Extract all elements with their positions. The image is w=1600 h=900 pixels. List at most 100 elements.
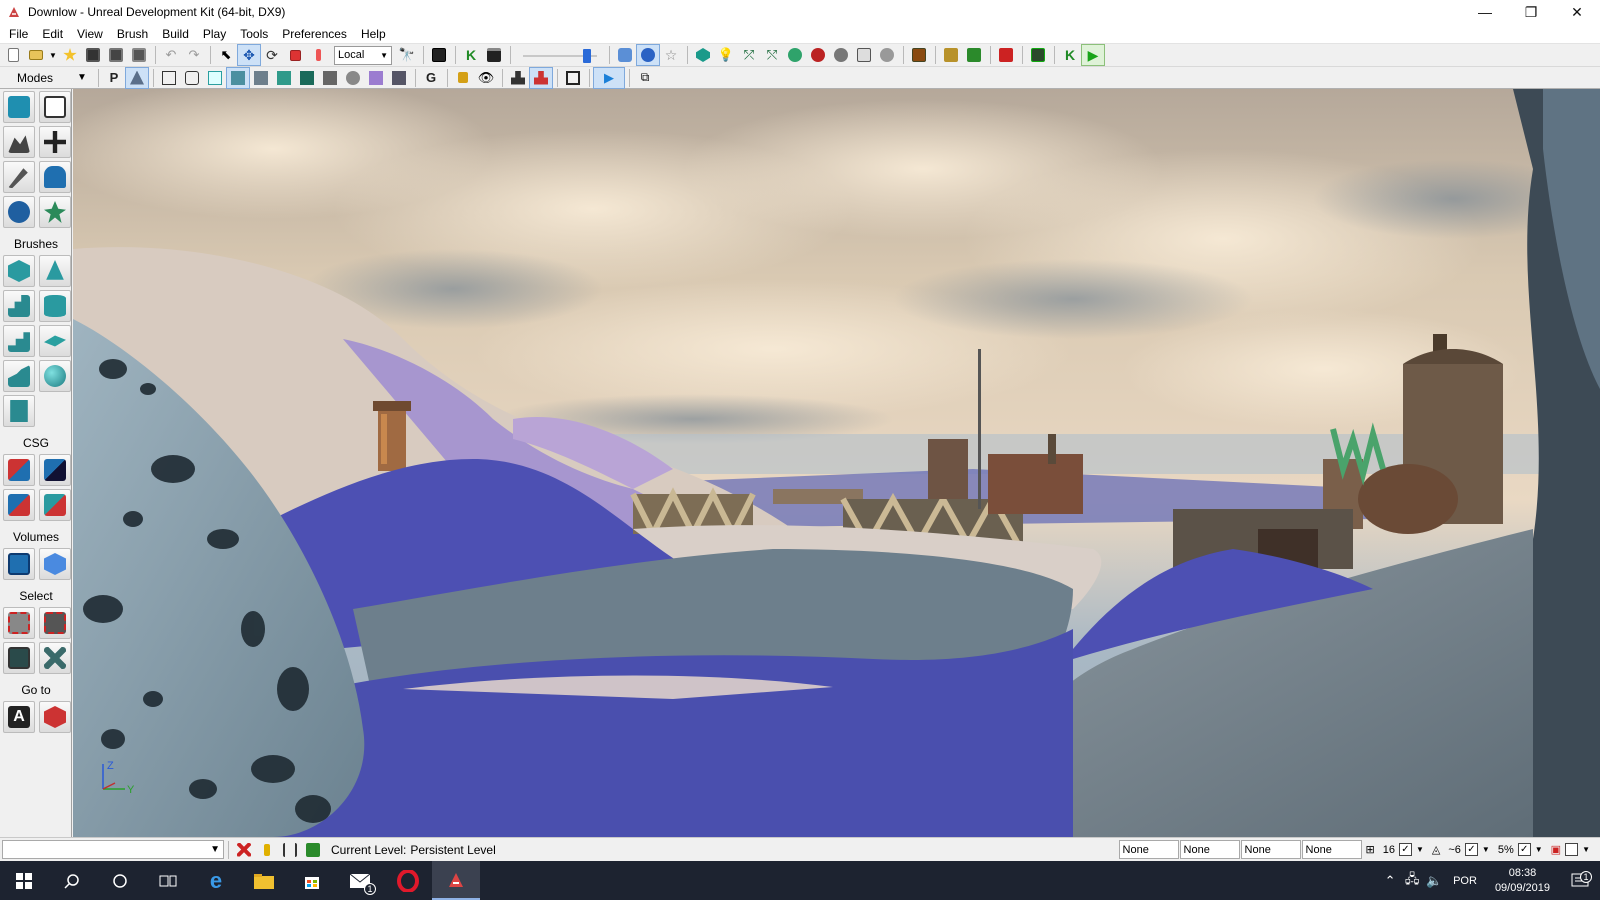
favorites-icon[interactable] <box>59 45 81 65</box>
maximize-viewport-icon[interactable] <box>562 68 584 88</box>
command-combo[interactable]: ▼ <box>2 840 224 859</box>
realtime-icon[interactable] <box>614 45 636 65</box>
perspective-toggle[interactable]: P <box>103 68 125 88</box>
menu-brush[interactable]: Brush <box>110 24 155 44</box>
csg-subtract-button[interactable] <box>39 454 71 486</box>
scale-icon[interactable] <box>284 45 306 65</box>
kismet-icon[interactable]: K <box>460 45 482 65</box>
volume-types-button[interactable] <box>39 548 71 580</box>
close-button[interactable]: ✕ <box>1554 0 1600 24</box>
volumetric-brush-button[interactable] <box>3 395 35 427</box>
unlit-icon[interactable] <box>204 68 226 88</box>
rotation-snap-checkbox[interactable]: ✓ <box>1464 843 1478 856</box>
scale-snap-value[interactable]: 5% <box>1498 844 1514 856</box>
volume-icon[interactable]: 🔈 <box>1423 873 1445 889</box>
csg-deintersect-button[interactable] <box>39 489 71 521</box>
opera-icon[interactable] <box>384 861 432 900</box>
shader-complexity-icon[interactable] <box>342 68 364 88</box>
rotation-snap-value[interactable]: ~6 <box>1448 844 1461 856</box>
save-icon[interactable] <box>82 45 104 65</box>
grid-snap-checkbox[interactable]: ✓ <box>1398 843 1412 856</box>
csg-add-button[interactable] <box>3 454 35 486</box>
goto-actor-button[interactable]: A <box>3 701 35 733</box>
task-view-icon[interactable] <box>144 861 192 900</box>
lighting-only-icon[interactable] <box>273 68 295 88</box>
mesh-paint-mode-button[interactable] <box>39 126 71 158</box>
layer-field-4[interactable]: None <box>1301 840 1362 859</box>
lit-icon[interactable] <box>226 66 250 89</box>
new-icon[interactable] <box>2 45 24 65</box>
play-on-pc-icon[interactable] <box>1027 45 1049 65</box>
language-indicator[interactable]: POR <box>1453 875 1477 887</box>
sheet-brush-button[interactable] <box>39 325 71 357</box>
realtime-preview-icon[interactable] <box>507 68 529 88</box>
spiral-stair-brush-button[interactable] <box>3 360 35 392</box>
build-lighting-icon[interactable]: 💡 <box>715 45 737 65</box>
lightmap-density-icon[interactable] <box>365 68 387 88</box>
translate-icon[interactable]: ✥ <box>237 44 261 66</box>
play-on-console-icon[interactable] <box>963 45 985 65</box>
goto-builder-brush-button[interactable] <box>39 701 71 733</box>
perspective-viewport[interactable]: Z Y <box>73 89 1600 837</box>
wireframe-icon[interactable] <box>181 68 203 88</box>
kismet-play-icon[interactable]: K <box>1059 45 1081 65</box>
eye-icon[interactable]: 👁 <box>475 68 497 88</box>
show-selected-button[interactable] <box>3 607 35 639</box>
texture-align-mode-button[interactable] <box>3 161 35 193</box>
detail-lighting-icon[interactable] <box>250 68 272 88</box>
menu-build[interactable]: Build <box>155 24 196 44</box>
windows-start-icon[interactable] <box>0 861 48 900</box>
cylinder-brush-button[interactable] <box>39 290 71 322</box>
primitive-stats-icon[interactable] <box>876 45 898 65</box>
chevron-down-icon[interactable]: ▼ <box>1535 845 1543 854</box>
lighting-channels-icon[interactable] <box>388 68 410 88</box>
chevron-down-icon[interactable]: ▼ <box>1482 845 1490 854</box>
viewport-type-icon[interactable] <box>125 66 149 89</box>
nonuniform-scale-icon[interactable] <box>307 45 329 65</box>
file-explorer-icon[interactable] <box>240 861 288 900</box>
save-as-icon[interactable] <box>128 45 150 65</box>
geometry-mode-button[interactable] <box>39 91 71 123</box>
actor-lock-icon[interactable] <box>529 66 553 89</box>
scene-manager-icon[interactable] <box>830 45 852 65</box>
brush-wireframe-icon[interactable] <box>158 68 180 88</box>
vertex-snap-icon[interactable] <box>279 840 301 860</box>
build-all-icon[interactable] <box>784 45 806 65</box>
drag-grid-icon[interactable] <box>233 840 255 860</box>
menu-tools[interactable]: Tools <box>233 24 275 44</box>
lock-icon[interactable] <box>452 68 474 88</box>
select-all-button[interactable] <box>3 642 35 674</box>
texture-density-icon[interactable] <box>319 68 341 88</box>
hide-selected-button[interactable] <box>39 607 71 639</box>
layer-field-3[interactable]: None <box>1240 840 1301 859</box>
grid-snap-icon[interactable]: ⊞ <box>1366 843 1375 856</box>
save-all-icon[interactable] <box>105 45 127 65</box>
grid-size-value[interactable]: 16 <box>1383 844 1395 856</box>
foliage-mode-button[interactable] <box>39 196 71 228</box>
rotate-icon[interactable]: ⟳ <box>261 45 283 65</box>
camera-mode-button[interactable] <box>3 91 35 123</box>
udk-taskbar-icon[interactable] <box>432 861 480 900</box>
build-geometry-icon[interactable] <box>692 45 714 65</box>
chevron-up-icon[interactable]: ⌃ <box>1379 873 1401 889</box>
terrain-mode-button[interactable] <box>3 126 35 158</box>
restore-button[interactable]: ❐ <box>1508 0 1554 24</box>
redo-icon[interactable]: ↷ <box>183 45 205 65</box>
add-volume-button[interactable] <box>3 548 35 580</box>
lighting-icon[interactable] <box>636 44 660 66</box>
cortana-icon[interactable] <box>96 861 144 900</box>
action-center-icon[interactable]: 1 <box>1560 870 1600 889</box>
drag-grid-toggle-icon[interactable]: ▣ <box>1551 843 1561 856</box>
layer-field-1[interactable]: None <box>1118 840 1179 859</box>
bookmark-icon[interactable]: ☆ <box>660 45 682 65</box>
open-icon[interactable] <box>25 45 47 65</box>
coordinate-system-select[interactable]: Local ▼ <box>334 45 392 65</box>
dropdown-arrow-icon[interactable]: ▼ <box>48 45 58 65</box>
search-icon[interactable] <box>48 861 96 900</box>
modes-dropdown-icon[interactable]: ▼ <box>70 72 94 83</box>
misc-checkbox[interactable] <box>1565 843 1579 856</box>
map-check-icon[interactable] <box>940 45 962 65</box>
clock[interactable]: 08:38 09/09/2019 <box>1495 866 1550 896</box>
menu-view[interactable]: View <box>70 24 110 44</box>
record-icon[interactable] <box>995 45 1017 65</box>
